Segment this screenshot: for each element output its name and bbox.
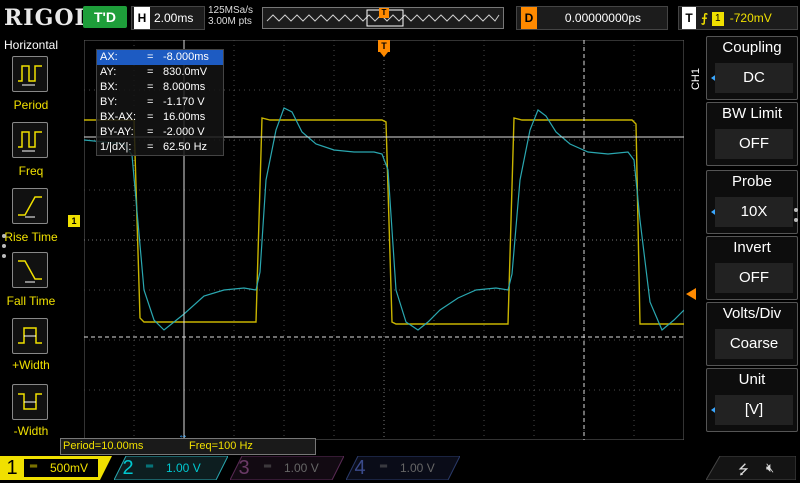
left-measure-menu: Horizontal Period Freq Rise Time Fall Ti… (0, 36, 62, 456)
trigger-delay-box[interactable]: D 0.00000000ps (516, 6, 668, 30)
measurement-bar: Period=10.00ms Freq=100 Hz (60, 438, 316, 455)
period-icon (18, 65, 42, 86)
ch2-coupling-icon: ═ (146, 461, 154, 472)
speaker-muted-icon[interactable]: 🔇︎ (766, 460, 774, 476)
ch4-coupling-icon: ═ (380, 461, 388, 472)
freq-button[interactable] (12, 122, 48, 158)
coupling-value: DC (715, 63, 793, 93)
left-menu-label-rise: Rise Time (4, 230, 58, 244)
invert-title: Invert (733, 239, 771, 256)
brand-logo: RIGOL (4, 5, 91, 31)
positive-width-icon (18, 327, 42, 344)
ch2-number: 2 (122, 457, 134, 479)
left-menu-label-nwidth: -Width (13, 424, 49, 438)
channel-settings-menu: Coupling DC BW Limit OFF Probe 10X Inver… (704, 36, 800, 432)
probe-value: 10X (715, 197, 793, 227)
ch1-scale: 500mV (50, 461, 89, 475)
ch3-coupling-icon: ═ (264, 461, 272, 472)
cursor-row-by: BY: = -1.170 V (100, 96, 205, 108)
bw-limit-button[interactable]: BW Limit OFF (706, 102, 798, 166)
ch2-scale: 1.00 V (166, 461, 201, 475)
bw-limit-title: BW Limit (722, 105, 782, 122)
left-menu-page-dots (2, 234, 6, 264)
cursor-row-by-ay: BY-AY: = -2.000 V (100, 126, 205, 138)
acquisition-info: 125MSa/s 3.00M pts (208, 5, 253, 27)
period-button[interactable] (12, 56, 48, 92)
coupling-button[interactable]: Coupling DC (706, 36, 798, 100)
positive-width-button[interactable] (12, 318, 48, 354)
left-menu-label-period: Period (13, 98, 49, 112)
volts-div-button[interactable]: Volts/Div Coarse (706, 302, 798, 366)
trigger-level: -720mV (729, 11, 772, 25)
ch3-number: 3 (238, 457, 250, 479)
negative-width-icon (18, 393, 42, 410)
coupling-title: Coupling (722, 39, 782, 56)
memory-depth: 3.00M pts (208, 16, 252, 27)
negative-width-button[interactable] (12, 384, 48, 420)
fall-time-icon (18, 260, 42, 283)
freq-icon (18, 131, 42, 152)
fall-time-button[interactable] (12, 252, 48, 288)
ch3-scale: 1.00 V (284, 461, 319, 475)
ch1-status[interactable]: 1 500mV ═ (0, 456, 112, 480)
trigger-level-marker[interactable] (686, 288, 696, 300)
channel-menu-label: CH1 (690, 68, 702, 91)
right-menu-page-dots (794, 208, 798, 228)
cursor-readout-panel: AX: = -8.000ms AY: = 830.0mV BX: = 8.000ms BY:… (96, 49, 224, 156)
trigger-settings-box[interactable]: T ⨍ 1 -720mV (678, 6, 798, 30)
bw-limit-value: OFF (715, 129, 793, 159)
volts-div-title: Volts/Div (722, 305, 782, 322)
timebase-value: 2.00ms (154, 11, 194, 25)
sample-rate: 125MSa/s (208, 5, 254, 16)
volts-div-value: Coarse (715, 329, 793, 359)
trigger-position-marker[interactable]: T (378, 40, 390, 52)
memory-trigger-marker: T (379, 8, 389, 18)
trigger-position-arrow (380, 52, 388, 57)
ch4-scale: 1.00 V (400, 461, 435, 475)
status-icons-bg (706, 456, 796, 480)
cursor-row-bx: BX: = 8.000ms (100, 81, 206, 93)
cursor-row-ay: AY: = 830.0mV (100, 66, 208, 78)
unit-button[interactable]: Unit [V] (706, 368, 798, 432)
left-menu-label-fall: Fall Time (6, 294, 56, 308)
ch1-number: 1 (6, 457, 18, 479)
invert-button[interactable]: Invert OFF (706, 236, 798, 300)
top-status-bar: RIGOL T'D H 2.00ms 125MSa/s 3.00M pts T D… (0, 0, 800, 36)
unit-value: [V] (715, 395, 793, 425)
rise-time-icon (18, 196, 42, 218)
trigger-label: T (682, 7, 696, 29)
probe-button[interactable]: Probe 10X (706, 170, 798, 234)
ch4-number: 4 (354, 457, 366, 479)
unit-title: Unit (738, 371, 766, 388)
measure-freq: Freq=100 Hz (189, 440, 253, 452)
ch1-coupling-icon: ═ (30, 461, 38, 472)
ch2-status[interactable]: 2 1.00 V ═ (114, 456, 228, 480)
left-menu-label-freq: Freq (18, 164, 44, 178)
rising-edge-icon: ⨍ (701, 11, 708, 25)
cursor-row-inv-dx: 1/|dX|: = 62.50 Hz (100, 141, 208, 153)
left-menu-title: Horizontal (3, 38, 59, 52)
ch3-status[interactable]: 3 1.00 V ═ (230, 456, 344, 480)
cursor-row-bx-ax: BX-AX: = 16.00ms (100, 111, 206, 123)
left-menu-label-pwidth: +Width (12, 358, 50, 372)
invert-value: OFF (715, 263, 793, 293)
trigger-status-badge: T'D (83, 6, 127, 28)
probe-title: Probe (731, 173, 773, 190)
cursor-row-ax: AX: = -8.000ms (97, 50, 223, 65)
delay-value: 0.00000000ps (564, 11, 641, 25)
delay-label: D (521, 7, 537, 29)
trigger-source-badge: 1 (711, 11, 724, 26)
rise-time-button[interactable] (12, 188, 48, 224)
ch4-status[interactable]: 4 1.00 V ═ (346, 456, 460, 480)
measure-period: Period=10.00ms (63, 440, 144, 452)
horizontal-timebase-box[interactable]: H 2.00ms (131, 6, 205, 30)
horizontal-label: H (134, 7, 150, 29)
ch1-offset-marker[interactable]: 1 (68, 215, 80, 227)
channel-status-bar: 1 500mV ═ 2 1.00 V ═ 3 1.00 V ═ 4 1.00 V… (0, 456, 800, 480)
memory-overview-strip[interactable]: T (262, 7, 504, 29)
